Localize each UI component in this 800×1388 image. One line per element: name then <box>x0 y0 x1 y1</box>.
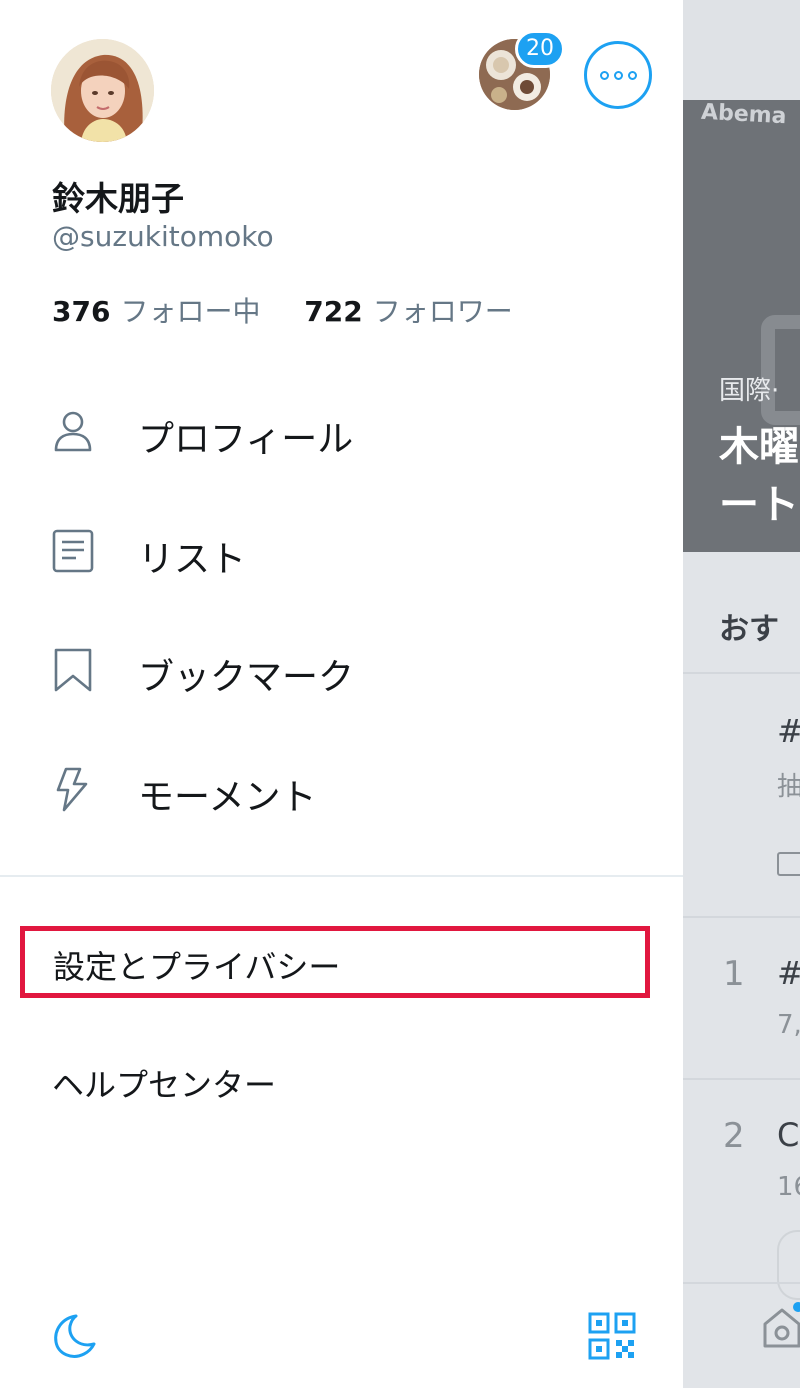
following-count: 376 <box>52 295 111 328</box>
followers-label: フォロワー <box>372 295 513 328</box>
menu-item-lists[interactable]: リスト <box>0 502 683 602</box>
tab-bar-divider <box>683 1282 800 1284</box>
person-icon <box>54 411 92 452</box>
menu-item-profile[interactable]: プロフィール <box>0 382 683 482</box>
menu-item-label: モーメント <box>138 777 317 818</box>
background-timeline: Abema 国際· 木曜 ート おす # 抽 1 # 7, 2 C 16 <box>683 0 800 1388</box>
more-dot <box>599 70 609 80</box>
settings-privacy-label: 設定とプライバシー <box>53 948 341 986</box>
trend-title: # <box>777 954 800 992</box>
follow-stats: 376 フォロー中 722 フォロワー <box>52 290 513 330</box>
menu-item-label: プロフィール <box>138 419 354 460</box>
trend-title: C <box>777 1116 800 1154</box>
trend-item[interactable]: # 抽 <box>683 672 800 916</box>
profile-photo <box>51 39 154 142</box>
navigation-drawer: 20 鈴木朋子 @suzukitomoko 376 フォロー中 722 フォロワー … <box>0 0 683 1388</box>
notification-badge: 20 <box>515 30 565 68</box>
banner-logo: Abema <box>700 100 788 130</box>
more-dot <box>613 70 623 80</box>
followers-count: 722 <box>304 295 363 328</box>
menu-item-moments[interactable]: モーメント <box>0 740 683 840</box>
trend-subtitle: 16 <box>777 1172 800 1202</box>
qr-code-icon[interactable] <box>588 1312 636 1360</box>
trend-rank: 1 <box>723 954 745 994</box>
trend-media-stub <box>777 1230 800 1300</box>
lightning-icon <box>56 767 88 812</box>
banner-headline-line: ート <box>719 482 799 528</box>
moon-icon[interactable] <box>46 1310 98 1362</box>
trend-item[interactable]: 1 # 7, <box>683 918 800 1078</box>
settings-privacy-item[interactable]: 設定とプライバシー <box>20 926 650 998</box>
home-notification-dot <box>793 1302 800 1312</box>
trend-item[interactable]: 2 C 16 <box>683 1080 800 1300</box>
avatar[interactable] <box>51 39 154 142</box>
trend-card-icon <box>777 852 800 876</box>
help-center-item[interactable]: ヘルプセンター <box>52 1060 276 1106</box>
trend-subtitle: 抽 <box>777 772 800 802</box>
news-banner[interactable]: Abema 国際· 木曜 ート <box>683 100 800 552</box>
more-options-button[interactable] <box>584 41 652 109</box>
home-icon[interactable] <box>761 1306 800 1350</box>
following-label: フォロー中 <box>120 295 261 328</box>
feed-top-bar <box>683 0 800 100</box>
list-icon <box>52 529 94 573</box>
menu-item-label: リスト <box>138 539 247 580</box>
display-name[interactable]: 鈴木朋子 <box>52 172 184 220</box>
followers-link[interactable]: 722 フォロワー <box>304 295 512 328</box>
drawer-divider <box>0 875 683 877</box>
trend-title: # <box>777 712 800 750</box>
banner-headline: 木曜 ート <box>719 418 799 534</box>
menu-item-bookmarks[interactable]: ブックマーク <box>0 620 683 720</box>
banner-headline-line: 木曜 <box>719 424 799 470</box>
menu-item-label: ブックマーク <box>138 657 355 698</box>
feed-section-title: おす <box>719 612 779 647</box>
more-dot <box>627 70 637 80</box>
bookmark-icon <box>54 648 92 692</box>
following-link[interactable]: 376 フォロー中 <box>52 295 269 328</box>
user-handle: @suzukitomoko <box>52 220 274 253</box>
banner-category: 国際· <box>719 376 780 406</box>
trend-rank: 2 <box>723 1116 745 1156</box>
trend-subtitle: 7, <box>777 1010 800 1040</box>
